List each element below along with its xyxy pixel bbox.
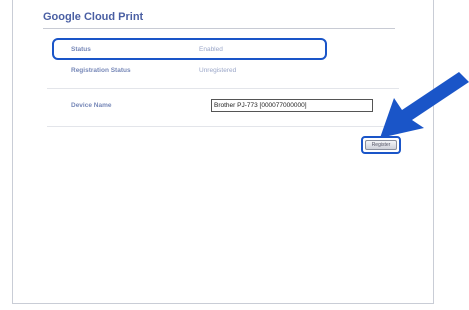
status-label: Status	[71, 46, 91, 53]
arrow-pointer-icon	[380, 72, 469, 138]
device-name-label: Device Name	[71, 102, 112, 109]
page-title: Google Cloud Print	[43, 11, 144, 23]
row-divider	[47, 88, 399, 89]
status-value: Enabled	[199, 46, 223, 53]
device-name-input[interactable]: Brother PJ-773 [000077000000]	[211, 99, 373, 112]
title-divider	[43, 28, 395, 29]
registration-status-label: Registration Status	[71, 67, 131, 74]
status-row-highlight	[52, 38, 327, 60]
row-divider	[47, 126, 399, 127]
registration-status-value: Unregistered	[199, 67, 237, 74]
register-button[interactable]: Register	[365, 140, 397, 150]
